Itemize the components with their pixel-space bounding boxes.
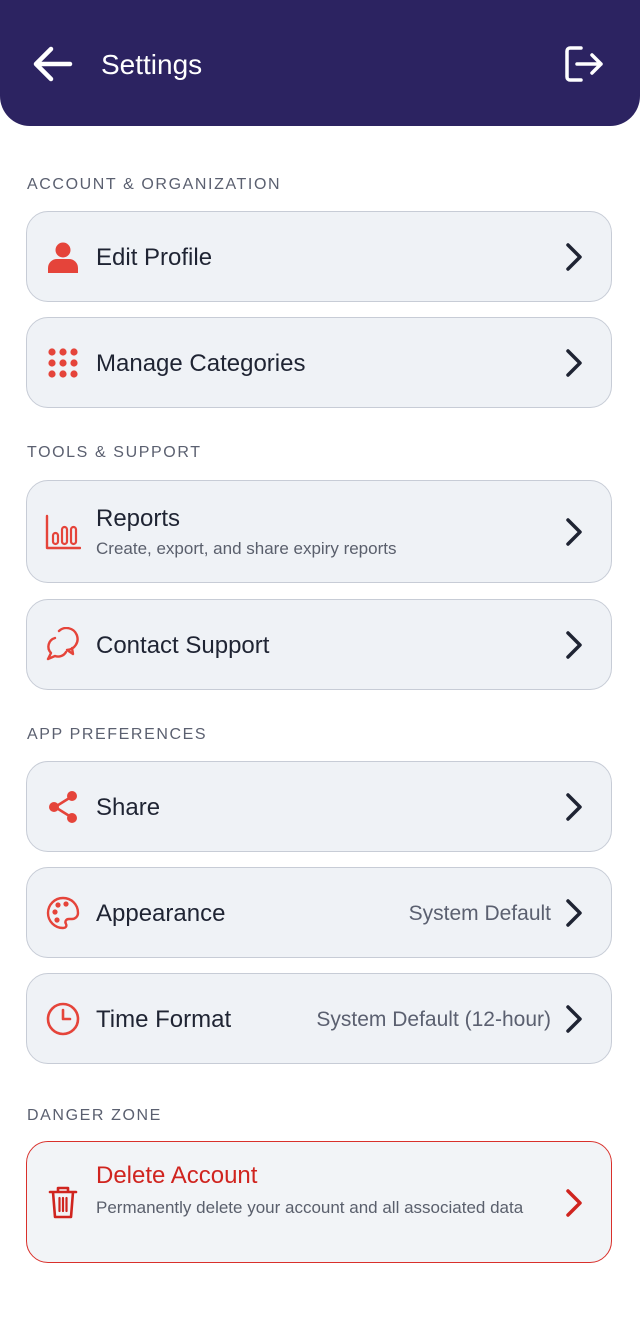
manage-categories-button[interactable]: Manage Categories xyxy=(26,317,612,408)
appearance-value: System Default xyxy=(408,902,551,925)
time-format-label: Time Format xyxy=(96,1006,232,1033)
contact-support-label: Contact Support xyxy=(96,632,270,659)
chevron-right-icon xyxy=(563,1187,585,1219)
section-label-tools: TOOLS & SUPPORT xyxy=(27,444,202,461)
app-header: Settings xyxy=(0,0,640,126)
appearance-button[interactable]: Appearance System Default xyxy=(26,867,612,958)
reports-button[interactable]: Reports Create, export, and share expiry… xyxy=(26,480,612,583)
page-title: Settings xyxy=(101,49,203,80)
logout-icon xyxy=(565,46,603,82)
reports-label: Reports xyxy=(96,505,181,532)
back-button[interactable] xyxy=(28,40,76,88)
grid-dots-icon xyxy=(45,345,81,381)
share-button[interactable]: Share xyxy=(26,761,612,852)
edit-profile-button[interactable]: Edit Profile xyxy=(26,211,612,302)
edit-profile-label: Edit Profile xyxy=(96,244,213,271)
share-icon xyxy=(45,789,81,825)
section-label-account: ACCOUNT & ORGANIZATION xyxy=(27,176,282,193)
delete-account-button[interactable]: Delete Account Permanently delete your a… xyxy=(26,1141,612,1263)
bar-chart-icon xyxy=(45,514,81,550)
delete-account-label: Delete Account xyxy=(96,1162,258,1189)
chevron-right-icon xyxy=(563,897,585,929)
clock-icon xyxy=(45,1001,81,1037)
palette-icon xyxy=(45,895,81,931)
section-label-preferences: APP PREFERENCES xyxy=(27,726,208,743)
chevron-right-icon xyxy=(563,241,585,273)
chevron-right-icon xyxy=(563,791,585,823)
chevron-right-icon xyxy=(563,347,585,379)
chevron-right-icon xyxy=(563,516,585,548)
person-icon xyxy=(45,239,81,275)
contact-support-button[interactable]: Contact Support xyxy=(26,599,612,690)
chevron-right-icon xyxy=(563,629,585,661)
reports-description: Create, export, and share expiry reports xyxy=(96,539,397,558)
trash-icon xyxy=(45,1184,81,1220)
section-label-danger: DANGER ZONE xyxy=(27,1107,162,1124)
arrow-left-icon xyxy=(33,46,73,82)
time-format-button[interactable]: Time Format System Default (12-hour) xyxy=(26,973,612,1064)
share-label: Share xyxy=(96,794,161,821)
time-format-value: System Default (12-hour) xyxy=(316,1008,551,1031)
appearance-label: Appearance xyxy=(96,900,226,927)
manage-categories-label: Manage Categories xyxy=(96,350,306,377)
delete-account-description: Permanently delete your account and all … xyxy=(96,1198,524,1217)
chevron-right-icon xyxy=(563,1003,585,1035)
chat-bubbles-icon xyxy=(45,627,81,663)
logout-button[interactable] xyxy=(560,40,608,88)
